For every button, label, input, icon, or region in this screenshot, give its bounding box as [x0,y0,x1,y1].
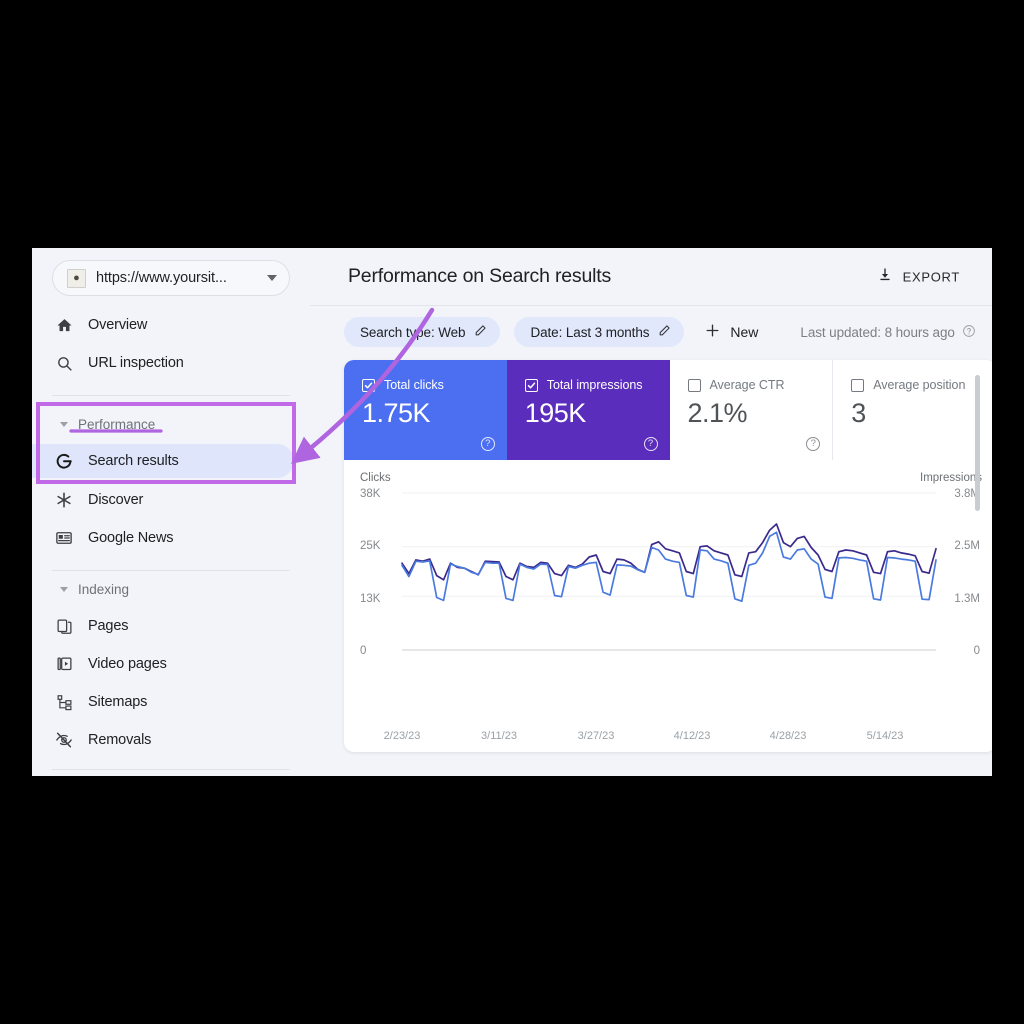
sidebar-group-indexing[interactable]: Indexing [32,575,294,603]
plus-icon [704,322,721,342]
metric-value: 1.75K [362,398,431,428]
metric-card-total-clicks[interactable]: Total clicks 1.75K ? [344,360,507,460]
last-updated-label: Last updated: 8 hours ago [800,324,955,340]
sidebar-item-sitemaps[interactable]: Sitemaps [32,685,294,719]
filter-chip-label: Date: Last 3 months [530,324,650,340]
pencil-icon[interactable] [474,324,487,340]
metric-value: 3 [851,398,866,428]
metric-value: 195K [524,398,587,428]
metric-value: 2.1% [687,398,748,428]
sidebar-item-pages[interactable]: Pages [32,609,294,643]
question-circle-icon[interactable] [962,324,976,341]
sidebar-item-label: URL inspection [88,355,184,371]
export-button[interactable]: EXPORT [877,266,960,287]
sidebar-item-label: Video pages [88,656,167,672]
performance-card: Total clicks 1.75K ? Total impressions 1… [344,360,992,752]
chevron-down-icon [267,275,277,281]
metric-label: Average CTR [709,378,785,392]
chart-series-clicks [401,531,937,603]
site-url-label: https://www.yoursit... [96,270,227,286]
sidebar-item-discover[interactable]: Discover [32,483,294,517]
sidebar-item-google-news[interactable]: Google News [32,521,294,555]
main-content: Performance on Search results EXPORT Sea… [310,248,992,776]
sidebar-item-overview[interactable]: Overview [32,308,294,342]
sidebar-item-label: Sitemaps [88,694,148,710]
sidebar: ● https://www.yoursit... Overview URL in… [32,248,310,776]
sidebar-group-performance[interactable]: Performance [32,410,294,438]
eye-off-icon [54,730,74,750]
filter-chip-search-type[interactable]: Search type: Web [344,317,501,347]
triangle-down-icon [60,422,68,427]
sidebar-item-label: Discover [88,492,144,508]
sidebar-group-label: Indexing [78,581,130,597]
question-circle-icon[interactable]: ? [480,437,495,451]
home-icon [54,315,74,335]
sidebar-divider-3 [52,769,290,770]
new-filter-button[interactable]: New [704,322,758,342]
sidebar-divider-1 [52,395,290,396]
page-title: Performance on Search results [348,265,611,287]
metric-header: Average position [851,378,980,392]
sidebar-divider-2 [52,570,290,571]
question-circle-icon[interactable]: ? [643,437,658,451]
chart-plot-svg [401,492,937,651]
sidebar-item-video-pages[interactable]: Video pages [32,647,294,681]
pencil-icon[interactable] [658,324,671,340]
checkbox-checked-icon[interactable] [524,378,538,392]
metric-card-average-ctr[interactable]: Average CTR 2.1% ? [670,360,834,460]
search-console-screenshot: ● https://www.yoursit... Overview URL in… [32,248,992,776]
sidebar-item-label: Removals [88,732,152,748]
checkbox-checked-icon[interactable] [362,378,375,392]
sitemap-icon [54,692,74,712]
last-updated-status: Last updated: 8 hours ago [800,324,975,341]
site-property-selector[interactable]: ● https://www.yoursit... [52,260,290,296]
sidebar-item-label: Google News [88,530,174,546]
metric-label: Total clicks [384,378,444,392]
sidebar-item-url-inspection[interactable]: URL inspection [32,346,294,380]
performance-chart: Clicks Impressions 38K 25K 13K 0 3.8M 2.… [344,460,992,752]
site-favicon-thumbnail: ● [67,268,86,288]
metric-card-total-impressions[interactable]: Total impressions 195K ? [506,360,670,460]
video-page-icon [54,654,74,674]
asterisk-icon [54,490,74,510]
metric-label: Average position [873,378,966,392]
news-card-icon [54,528,74,548]
checkbox-unchecked-icon[interactable] [687,378,701,392]
sidebar-item-removals[interactable]: Removals [32,723,294,757]
filter-bar: Search type: Web Date: Last 3 months New… [310,306,992,358]
checkbox-unchecked-icon[interactable] [851,378,865,392]
metric-header: Total clicks [362,378,491,392]
sidebar-item-label: Pages [88,618,129,634]
sidebar-item-search-results[interactable]: Search results [32,444,294,478]
export-label: EXPORT [902,269,960,284]
sidebar-item-label: Overview [88,317,148,333]
google-g-icon [54,451,74,471]
pages-copy-icon [54,616,74,636]
metric-cards-row: Total clicks 1.75K ? Total impressions 1… [344,360,992,460]
filter-chip-label: Search type: Web [360,324,466,340]
chart-series-impressions [401,523,937,581]
metric-header: Average CTR [687,378,817,392]
metric-label: Total impressions [546,378,643,392]
metric-header: Total impressions [524,378,654,392]
sidebar-item-label: Search results [88,453,179,469]
question-circle-icon[interactable]: ? [806,437,821,451]
page-header: Performance on Search results EXPORT [310,248,992,306]
new-filter-label: New [730,324,759,340]
metric-card-average-position[interactable]: Average position 3 [833,360,992,460]
vertical-scrollbar[interactable] [975,375,980,511]
filter-chip-date[interactable]: Date: Last 3 months [514,317,685,347]
triangle-down-icon [60,587,68,592]
search-icon [54,353,74,373]
sidebar-group-label: Performance [78,416,156,432]
download-icon [877,266,893,287]
